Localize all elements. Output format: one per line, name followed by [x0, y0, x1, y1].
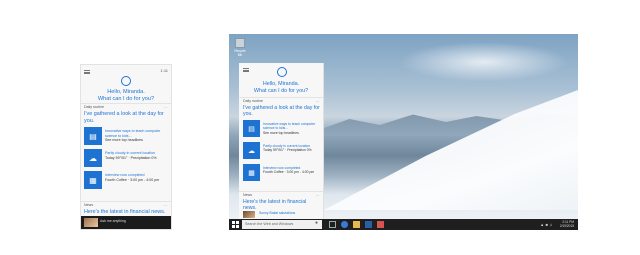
system-tray-icons[interactable]: ▲■♫	[540, 222, 554, 227]
item-title: Interview now completed	[263, 166, 301, 170]
daily-headline: I've gathered a look at the day for you.	[243, 105, 320, 118]
section-daily-routine: Daily routine ...	[81, 103, 171, 109]
section-label: News	[84, 203, 93, 207]
item-subtitle: Fourth Coffee · 3:00 pm - 4:00 pm	[105, 177, 160, 182]
desktop-icon-label: Recycle Bin	[234, 49, 246, 57]
daily-headline: I've gathered a look at the day for you.	[84, 111, 164, 124]
item-title: Innovative ways to teach computer scienc…	[263, 122, 316, 131]
list-item-text: Interview now completed Fourth Coffee · …	[263, 166, 321, 175]
list-item-text: Innovative ways to teach computer scienc…	[105, 129, 169, 143]
list-item[interactable]: ▤ Innovative ways to teach computer scie…	[84, 127, 170, 147]
store-icon[interactable]	[365, 221, 372, 228]
ask-me-text[interactable]: Ask me anything	[100, 219, 126, 223]
section-news: News ...	[239, 191, 323, 197]
section-label: Daily routine	[84, 105, 104, 109]
hamburger-menu-icon[interactable]	[243, 68, 249, 72]
microphone-icon[interactable]: ●	[315, 220, 318, 226]
more-options-icon[interactable]: ...	[164, 104, 169, 110]
section-label: Daily routine	[243, 99, 263, 103]
phone-bottom-bar: Ask me anything	[81, 216, 171, 229]
list-item-text: Interview now completed Fourth Coffee · …	[105, 173, 169, 182]
clock[interactable]: 2:11 PM 2/19/2015	[560, 220, 574, 228]
task-view-icon[interactable]	[329, 221, 336, 228]
news-headline[interactable]: Here's the latest in financial news.	[84, 209, 170, 216]
recycle-bin-shortcut[interactable]: Recycle Bin	[233, 38, 247, 57]
recycle-bin-icon	[235, 38, 245, 48]
greeting-line-1: Hello, Miranda.	[262, 81, 300, 87]
calendar-icon: ▦	[84, 171, 102, 189]
phone-cortana-screen: 1:11 Hello, Miranda. What can I do for y…	[80, 64, 172, 230]
windows-start-icon[interactable]	[232, 221, 239, 228]
greeting-line-2: What can I do for you?	[253, 88, 309, 94]
section-label: News	[243, 193, 252, 197]
wallpaper-snow-slope	[324, 90, 578, 210]
desktop-screen: Recycle Bin Hello, Miranda. What can I d…	[229, 34, 578, 230]
weather-icon: ☁	[243, 142, 260, 159]
greeting-line-1: Hello, Miranda.	[107, 89, 145, 95]
news-headline[interactable]: Here's the latest in financial news.	[243, 199, 321, 212]
item-subtitle: See more top headlines	[263, 130, 299, 135]
mail-icon[interactable]	[377, 221, 384, 228]
news-thumbnail[interactable]	[243, 211, 255, 218]
item-title: Interview now completed	[105, 173, 145, 177]
item-subtitle: Fourth Coffee · 3:00 pm - 4:00 pm	[263, 170, 315, 175]
news-icon: ▤	[243, 120, 260, 137]
section-news: News ...	[81, 201, 171, 207]
calendar-icon: ▦	[243, 164, 260, 181]
browser-icon[interactable]	[341, 221, 348, 228]
item-title: Innovative ways to teach computer scienc…	[105, 129, 161, 138]
list-item[interactable]: ☁ Partly cloudy in current location Toda…	[243, 142, 321, 162]
search-input[interactable]: Search the Web and Windows	[242, 220, 322, 229]
file-explorer-icon[interactable]	[353, 221, 360, 228]
list-item[interactable]: ▦ Interview now completed Fourth Coffee …	[84, 171, 170, 191]
taskbar: Search the Web and Windows ● ▲■♫ 2:11 PM…	[229, 219, 578, 230]
cortana-greeting: Hello, Miranda. What can I do for you?	[81, 89, 171, 103]
item-title: Partly cloudy in current location	[263, 144, 311, 148]
clock-date: 2/19/2015	[559, 224, 574, 229]
section-daily-routine: Daily routine ...	[239, 97, 323, 103]
list-item[interactable]: ▦ Interview now completed Fourth Coffee …	[243, 164, 321, 184]
item-title: Partly cloudy in current location	[105, 151, 155, 155]
list-item-text: Innovative ways to teach computer scienc…	[263, 122, 321, 135]
weather-icon: ☁	[84, 149, 102, 167]
item-subtitle: See more top headlines	[105, 138, 143, 143]
more-options-icon[interactable]: ...	[316, 192, 319, 198]
cortana-greeting: Hello, Miranda. What can I do for you?	[239, 81, 323, 95]
list-item[interactable]: ☁ Partly cloudy in current location Toda…	[84, 149, 170, 169]
more-options-icon[interactable]: ...	[164, 202, 169, 208]
item-subtitle: Today 59°/51° · Precipitation 0%	[105, 155, 157, 160]
news-item-title[interactable]: Sunny Bakal salutations	[259, 211, 319, 215]
item-subtitle: Today 59°/51° · Precipitation 0%	[263, 148, 312, 153]
list-item-text: Partly cloudy in current location Today …	[263, 144, 321, 153]
more-options-icon[interactable]: ...	[316, 98, 319, 104]
cortana-circle-icon	[121, 76, 131, 86]
cortana-circle-icon	[277, 67, 287, 77]
status-time: 1:11	[160, 68, 169, 73]
wallpaper-clouds	[399, 42, 569, 82]
list-item[interactable]: ▤ Innovative ways to teach computer scie…	[243, 120, 321, 140]
greeting-line-2: What can I do for you?	[97, 96, 155, 102]
news-thumbnail[interactable]	[84, 218, 98, 227]
news-icon: ▤	[84, 127, 102, 145]
list-item-text: Partly cloudy in current location Today …	[105, 151, 169, 160]
cortana-panel: Hello, Miranda. What can I do for you? D…	[239, 63, 324, 219]
hamburger-menu-icon[interactable]	[84, 70, 90, 74]
